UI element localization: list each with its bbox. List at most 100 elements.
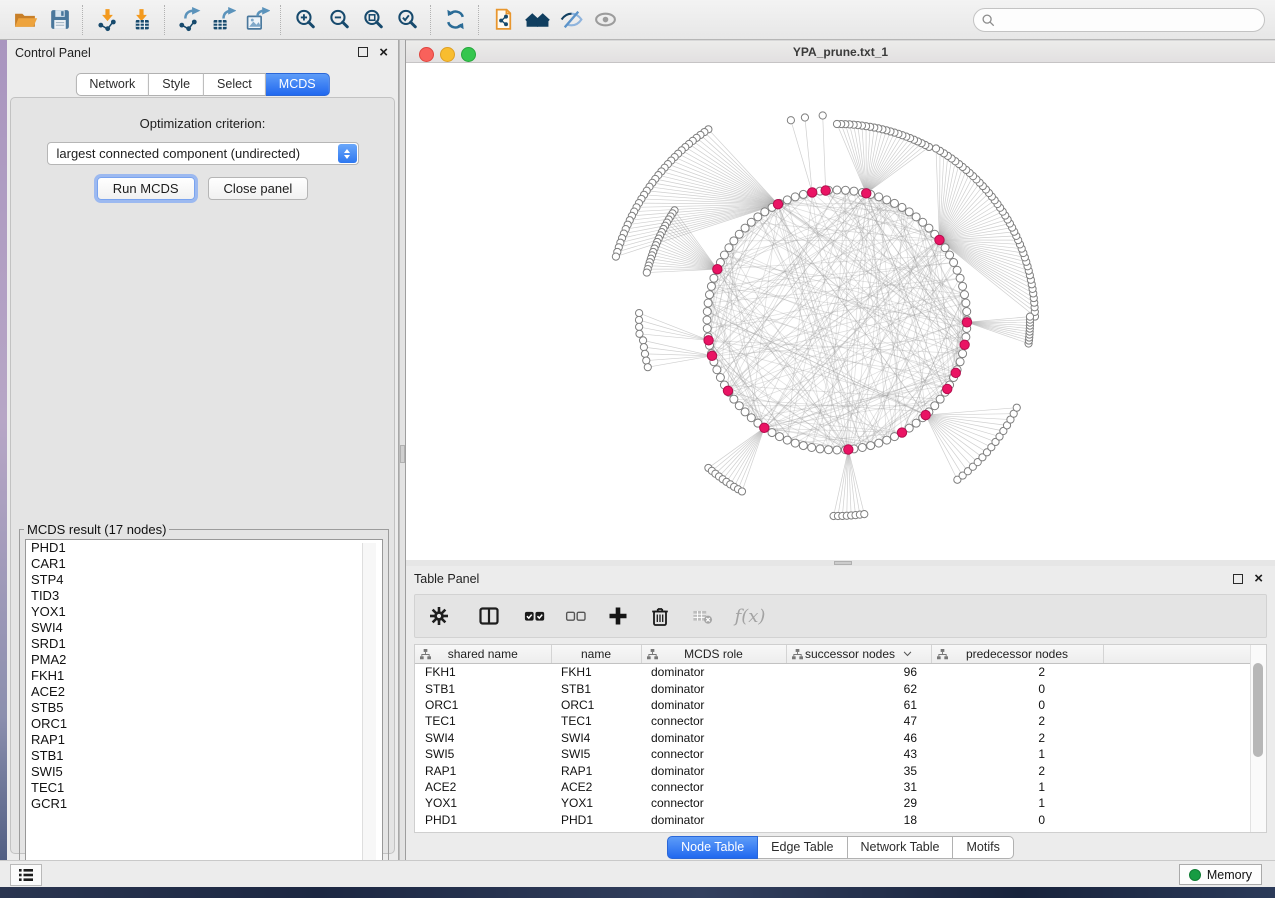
delete-column-icon[interactable] xyxy=(639,599,681,633)
graph-node[interactable] xyxy=(961,291,969,299)
table-cell[interactable]: 35 xyxy=(786,762,931,778)
search-input[interactable] xyxy=(1000,12,1256,28)
graph-leaf-node[interactable] xyxy=(643,269,650,276)
table-cell[interactable]: dominator xyxy=(641,812,786,828)
table-cell[interactable]: 0 xyxy=(931,697,1103,713)
graph-leaf-node[interactable] xyxy=(640,344,647,351)
graph-node[interactable] xyxy=(875,193,883,201)
graph-node[interactable] xyxy=(747,218,755,226)
mcds-hub-node[interactable] xyxy=(897,428,906,437)
graph-node[interactable] xyxy=(725,244,733,252)
graph-node[interactable] xyxy=(850,187,858,195)
table-cell[interactable]: YOX1 xyxy=(551,795,641,811)
mcds-result-item[interactable]: TID3 xyxy=(26,588,382,604)
table-cell[interactable]: FKH1 xyxy=(415,664,551,681)
graph-node[interactable] xyxy=(919,218,927,226)
graph-node[interactable] xyxy=(875,439,883,447)
network-window-titlebar[interactable]: YPA_prune.txt_1 xyxy=(406,40,1275,63)
refresh-icon[interactable] xyxy=(438,4,472,36)
table-cell[interactable]: 61 xyxy=(786,697,931,713)
network-view[interactable] xyxy=(406,63,1275,560)
graph-node[interactable] xyxy=(735,402,743,410)
graph-node[interactable] xyxy=(858,444,866,452)
float-panel-icon[interactable] xyxy=(358,47,368,57)
table-scrollbar[interactable] xyxy=(1250,645,1266,832)
graph-node[interactable] xyxy=(959,282,967,290)
graph-node[interactable] xyxy=(883,196,891,204)
mcds-result-item[interactable]: SWI4 xyxy=(26,620,382,636)
import-network-icon[interactable] xyxy=(90,4,124,36)
mcds-hub-node[interactable] xyxy=(962,318,971,327)
graph-node[interactable] xyxy=(956,358,964,366)
mcds-result-item[interactable]: FKH1 xyxy=(26,668,382,684)
table-cell[interactable]: TEC1 xyxy=(551,713,641,729)
zoom-out-icon[interactable] xyxy=(322,4,356,36)
graph-leaf-node[interactable] xyxy=(932,145,939,152)
table-cell[interactable]: 2 xyxy=(931,713,1103,729)
table-cell[interactable]: 2 xyxy=(931,762,1103,778)
table-cell[interactable]: ACE2 xyxy=(551,779,641,795)
tab-edge-table[interactable]: Edge Table xyxy=(758,836,847,859)
splitter-grip[interactable] xyxy=(834,561,852,565)
mcds-result-item[interactable]: PMA2 xyxy=(26,652,382,668)
graph-node[interactable] xyxy=(912,419,920,427)
table-cell[interactable]: 31 xyxy=(786,779,931,795)
table-cell[interactable]: 2 xyxy=(931,664,1103,681)
table-cell[interactable]: TEC1 xyxy=(415,713,551,729)
mcds-hub-node[interactable] xyxy=(807,188,816,197)
table-cell[interactable]: SWI4 xyxy=(551,730,641,746)
mcds-result-item[interactable]: STP4 xyxy=(26,572,382,588)
mcds-hub-node[interactable] xyxy=(943,384,952,393)
graph-node[interactable] xyxy=(713,366,721,374)
table-cell[interactable]: 0 xyxy=(931,680,1103,696)
export-table-icon[interactable] xyxy=(206,4,240,36)
graph-node[interactable] xyxy=(730,237,738,245)
table-cell[interactable]: connector xyxy=(641,713,786,729)
graph-node[interactable] xyxy=(956,274,964,282)
hide-selected-icon[interactable] xyxy=(554,4,588,36)
tab-network[interactable]: Network xyxy=(75,73,149,96)
show-column-icon[interactable] xyxy=(463,599,515,633)
add-column-icon[interactable] xyxy=(597,599,639,633)
table-cell[interactable]: connector xyxy=(641,779,786,795)
network-from-file-icon[interactable] xyxy=(486,4,520,36)
graph-leaf-node[interactable] xyxy=(641,350,648,357)
graph-leaf-node[interactable] xyxy=(1026,313,1033,320)
mcds-hub-node[interactable] xyxy=(723,386,732,395)
table-row[interactable]: FKH1FKH1dominator962 xyxy=(415,664,1252,681)
function-builder-icon[interactable]: f(x) xyxy=(725,599,775,633)
table-cell[interactable]: dominator xyxy=(641,730,786,746)
graph-node[interactable] xyxy=(707,282,715,290)
graph-node[interactable] xyxy=(883,436,891,444)
table-row[interactable]: TEC1TEC1connector472 xyxy=(415,713,1252,729)
first-neighbors-icon[interactable] xyxy=(520,4,554,36)
mcds-hub-node[interactable] xyxy=(935,235,944,244)
splitter-grip[interactable] xyxy=(400,445,405,463)
graph-node[interactable] xyxy=(783,436,791,444)
mcds-hub-node[interactable] xyxy=(704,336,713,345)
tab-network-table[interactable]: Network Table xyxy=(848,836,954,859)
mcds-hub-node[interactable] xyxy=(707,351,716,360)
graph-node[interactable] xyxy=(833,446,841,454)
vertical-splitter[interactable] xyxy=(399,40,406,860)
graph-node[interactable] xyxy=(761,208,769,216)
graph-leaf-node[interactable] xyxy=(643,357,650,364)
graph-leaf-node[interactable] xyxy=(636,330,643,337)
graph-node[interactable] xyxy=(735,230,743,238)
mcds-result-item[interactable]: SWI5 xyxy=(26,764,382,780)
graph-leaf-node[interactable] xyxy=(738,488,745,495)
graph-node[interactable] xyxy=(791,193,799,201)
memory-button[interactable]: Memory xyxy=(1179,864,1262,885)
graph-leaf-node[interactable] xyxy=(636,323,643,330)
graph-node[interactable] xyxy=(941,244,949,252)
column-header-predecessor-nodes[interactable]: predecessor nodes xyxy=(931,645,1103,664)
mcds-hub-node[interactable] xyxy=(862,189,871,198)
table-cell[interactable]: 0 xyxy=(931,812,1103,828)
mcds-hub-node[interactable] xyxy=(844,445,853,454)
mcds-result-item[interactable]: YOX1 xyxy=(26,604,382,620)
table-cell[interactable]: 46 xyxy=(786,730,931,746)
mcds-result-item[interactable]: GCR1 xyxy=(26,796,382,812)
save-icon[interactable] xyxy=(42,4,76,36)
table-cell[interactable]: connector xyxy=(641,746,786,762)
zoom-in-icon[interactable] xyxy=(288,4,322,36)
